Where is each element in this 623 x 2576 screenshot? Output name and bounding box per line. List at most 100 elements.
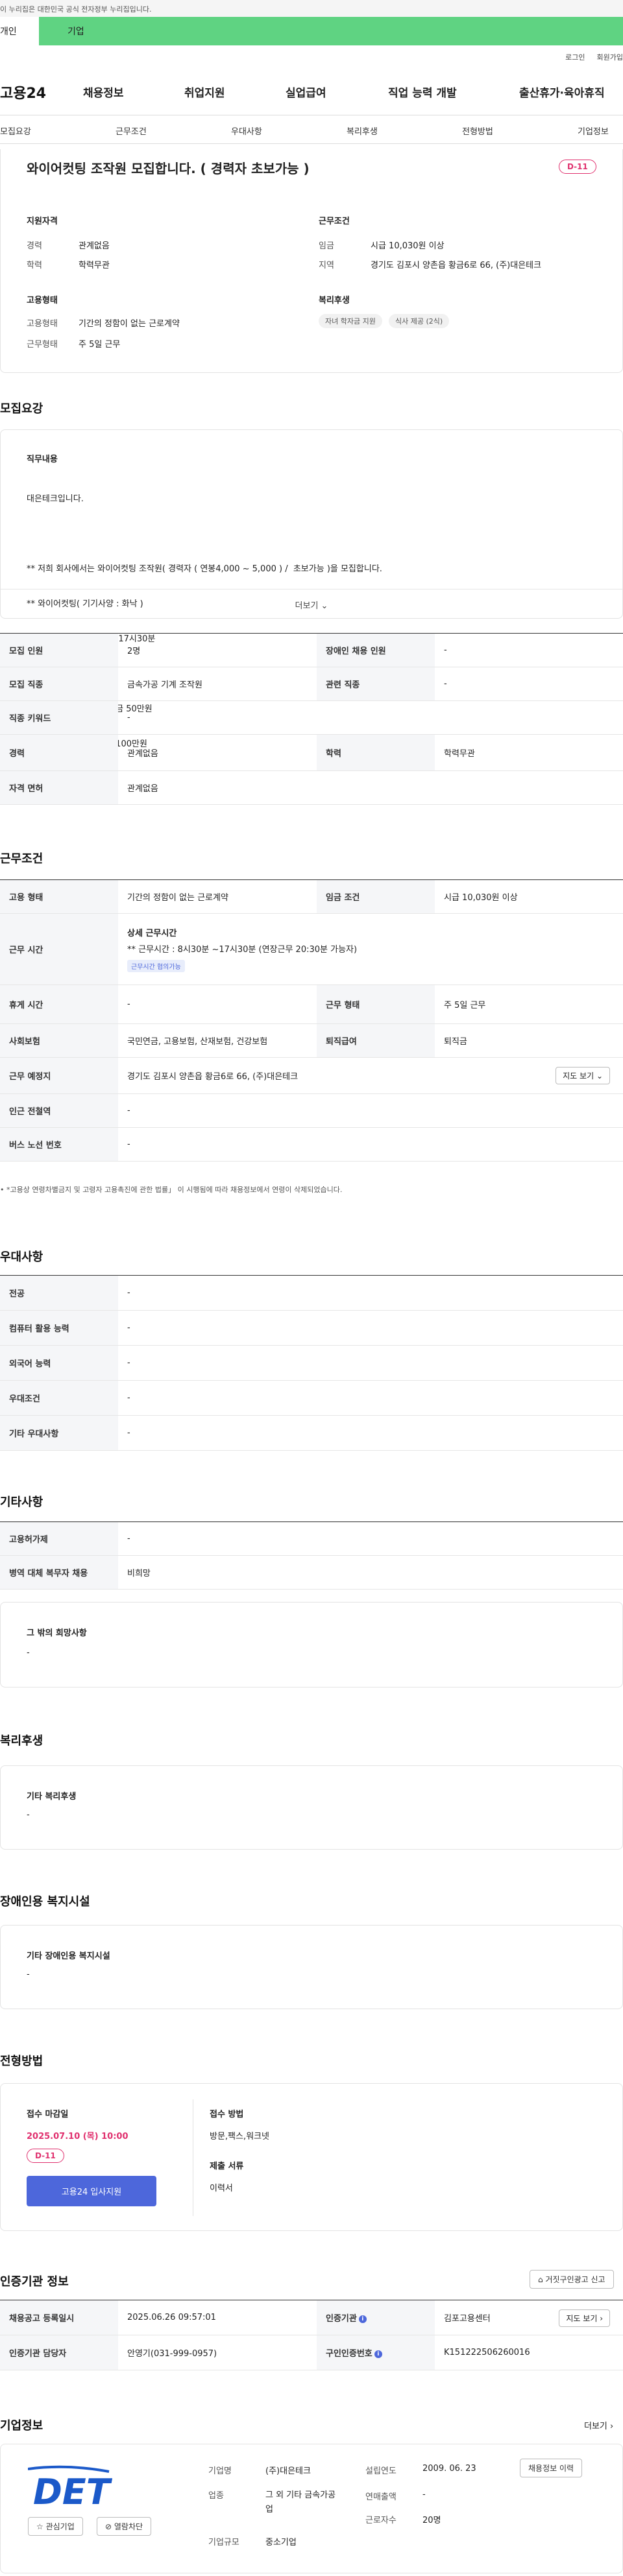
info-label: 근로자수 bbox=[365, 2516, 397, 2525]
row-value: - bbox=[118, 1310, 623, 1346]
info-label: 설립연도 bbox=[365, 2466, 397, 2476]
block-label: 열람차단 bbox=[114, 2522, 143, 2531]
agency-heading: 인증기관 정보 bbox=[0, 2275, 69, 2289]
tab-business[interactable]: 기업 bbox=[39, 17, 623, 45]
hours-value: ** 근무시간 : 8시30분 ~17시30분 (연장근무 20:30분 가능자… bbox=[127, 945, 358, 955]
hours-cell: 상세 근무시간 ** 근무시간 : 8시30분 ~17시30분 (연장근무 20… bbox=[118, 913, 623, 985]
org-label-cell: 인증기관 i bbox=[317, 2300, 435, 2335]
company-logo-image: DET bbox=[27, 2465, 113, 2512]
row-label: 휴게 시간 bbox=[0, 984, 118, 1024]
gnb-employment-support[interactable]: 취업지원 bbox=[184, 84, 225, 100]
subnav-process[interactable]: 전형방법 bbox=[462, 125, 493, 137]
info-value: 중소기업 bbox=[265, 2538, 297, 2547]
agency-table: 채용공고 등록일시 2025.06.26 09:57:01 인증기관 i 김포고용… bbox=[0, 2300, 623, 2370]
agency-map-button[interactable]: 지도 보기 › bbox=[559, 2309, 610, 2327]
subnav-work[interactable]: 근무조건 bbox=[116, 125, 147, 137]
row-label: 퇴직급여 bbox=[317, 1023, 435, 1058]
row-label: 장애인 채용 인원 bbox=[317, 633, 435, 667]
process-heading: 전형방법 bbox=[0, 2055, 43, 2068]
row-label: 우대조건 bbox=[0, 1380, 118, 1416]
fav-label: 관심기업 bbox=[45, 2522, 75, 2531]
row-label: 사회보험 bbox=[0, 1023, 118, 1058]
row-value: K151222506260016 bbox=[435, 2335, 623, 2370]
cond-label: 임금 bbox=[319, 241, 334, 251]
map-label: 지도 보기 bbox=[563, 1071, 594, 1080]
emp-value: 주 5일 근무 bbox=[79, 340, 121, 350]
etc-table: 고용허가제 - 병역 대체 복무자 채용 비희망 bbox=[0, 1521, 623, 1590]
info-icon[interactable]: i bbox=[358, 2315, 367, 2323]
login-link[interactable]: 로그인 bbox=[565, 52, 585, 62]
row-label: 병역 대체 복무자 채용 bbox=[0, 1555, 118, 1590]
tab-individual[interactable]: 개인 bbox=[0, 17, 39, 45]
row-label: 인증기관 bbox=[326, 2314, 357, 2324]
company-card: DET ☆ 관심기업 ⊘ 열람차단 기업명 (주)대은테크 업종 그 외 기타 … bbox=[0, 2444, 623, 2573]
block-company-button[interactable]: ⊘ 열람차단 bbox=[97, 2517, 152, 2536]
more-label: 더보기 bbox=[295, 601, 319, 611]
apply-button[interactable]: 고용24 입사지원 bbox=[27, 2176, 156, 2206]
job-title: 와이어컷팅 조작원 모집합니다. ( 경력자 초보가능 ) bbox=[27, 161, 310, 176]
subnav-company[interactable]: 기업정보 bbox=[578, 125, 609, 137]
favorite-company-button[interactable]: ☆ 관심기업 bbox=[28, 2517, 83, 2536]
row-label: 임금 조건 bbox=[317, 879, 435, 914]
report-button[interactable]: ⌂ 거짓구인광고 신고 bbox=[530, 2270, 614, 2289]
row-value: - bbox=[118, 1415, 623, 1451]
info-value: 2009. 06. 23 bbox=[422, 2464, 476, 2474]
section-subnav: 모집요강 근무조건 우대사항 복리후생 전형방법 기업정보 bbox=[0, 115, 623, 144]
duty-line bbox=[27, 529, 382, 540]
company-heading: 기업정보 bbox=[0, 2419, 43, 2433]
company-more-link[interactable]: 더보기 › bbox=[584, 2419, 613, 2431]
row-label: 모집 인원 bbox=[0, 633, 118, 667]
note-text: *고용상 연령차별금지 및 고령자 고용촉진에 관한 법률」 이 시행됨에 따라… bbox=[6, 1186, 343, 1194]
subnav-pref[interactable]: 우대사항 bbox=[231, 125, 262, 137]
info-value: 20명 bbox=[422, 2516, 441, 2525]
info-label: 연매출액 bbox=[365, 2492, 397, 2502]
row-value: - bbox=[118, 700, 623, 735]
site-logo[interactable]: 고용24 bbox=[0, 82, 81, 102]
disabled-heading: 장애인용 복지시설 bbox=[0, 1895, 90, 1909]
method-value: 방문,팩스,워크넷 bbox=[210, 2132, 269, 2141]
row-label: 경력 bbox=[0, 734, 118, 771]
place-cell: 경기도 김포시 양촌읍 황금6로 66, (주)대은테크 지도 보기 ⌄ bbox=[118, 1057, 623, 1094]
pref-heading: 우대사항 bbox=[0, 1250, 43, 1264]
cond-value: 시급 10,030원 이상 bbox=[371, 241, 445, 251]
row-value: - bbox=[118, 1127, 623, 1162]
box-title: 그 밖의 희망사항 bbox=[27, 1628, 87, 1638]
pref-table: 전공 - 컴퓨터 활용 능력 - 외국어 능력 - 우대조건 - 기타 우대사항 - bbox=[0, 1275, 623, 1451]
hours-tag: 근무시간 협의가능 bbox=[127, 960, 185, 972]
map-button[interactable]: 지도 보기 ⌄ bbox=[556, 1067, 610, 1084]
signup-link[interactable]: 회원가입 bbox=[597, 52, 623, 62]
row-value: 안영기(031-999-0957) bbox=[118, 2335, 317, 2370]
utility-nav: 로그인 회원가입 bbox=[0, 45, 623, 69]
gnb-parental-leave[interactable]: 출산휴가·육아휴직 bbox=[519, 84, 623, 100]
age-note: • *고용상 연령차별금지 및 고령자 고용촉진에 관한 법률」 이 시행됨에 … bbox=[0, 1186, 343, 1194]
history-button[interactable]: 채용정보 이력 bbox=[520, 2459, 583, 2477]
logo-text: DET bbox=[33, 2472, 112, 2509]
welfare-chips: 자녀 학자금 지원 식사 제공 (2식) bbox=[319, 314, 453, 328]
subnav-welfare[interactable]: 복리후생 bbox=[347, 125, 378, 137]
cond-title: 근무조건 bbox=[319, 217, 350, 226]
global-nav: 고용24 채용정보 취업지원 실업급여 직업 능력 개발 출산휴가·육아휴직 bbox=[0, 69, 623, 115]
row-label: 근무 예정지 bbox=[0, 1057, 118, 1094]
work-table: 고용 형태 기간의 정함이 없는 근로계약 임금 조건 시급 10,030원 이… bbox=[0, 879, 623, 1162]
qual-value: 관계없음 bbox=[79, 241, 110, 251]
etc-box: 그 밖의 희망사항 - bbox=[0, 1602, 623, 1688]
box-value: - bbox=[27, 1970, 30, 1979]
row-label: 채용공고 등록일시 bbox=[0, 2300, 118, 2335]
row-label: 근무 형태 bbox=[317, 984, 435, 1024]
gnb-training[interactable]: 직업 능력 개발 bbox=[388, 84, 457, 100]
deadline-value: 2025.07.10 (목) 10:00 bbox=[27, 2132, 128, 2141]
subnav-recruit[interactable]: 모집요강 bbox=[0, 125, 31, 137]
top-tabs: 개인 기업 bbox=[0, 17, 623, 45]
emp-label: 근무형태 bbox=[27, 340, 58, 350]
duty-more-button[interactable]: 더보기 ⌄ bbox=[1, 589, 622, 619]
qual-title: 지원자격 bbox=[27, 217, 58, 226]
box-value: - bbox=[27, 1648, 30, 1658]
gnb-unemployment-benefit[interactable]: 실업급여 bbox=[286, 84, 326, 100]
row-label: 구인인증번호 bbox=[326, 2349, 373, 2359]
box-value: - bbox=[27, 1810, 30, 1820]
row-label: 전공 bbox=[0, 1275, 118, 1311]
recruit-heading: 모집요강 bbox=[0, 402, 43, 416]
gnb-jobs[interactable]: 채용정보 bbox=[83, 84, 124, 100]
info-value: 그 외 기타 금속가공업 bbox=[265, 2490, 336, 2514]
info-icon[interactable]: i bbox=[374, 2350, 382, 2358]
